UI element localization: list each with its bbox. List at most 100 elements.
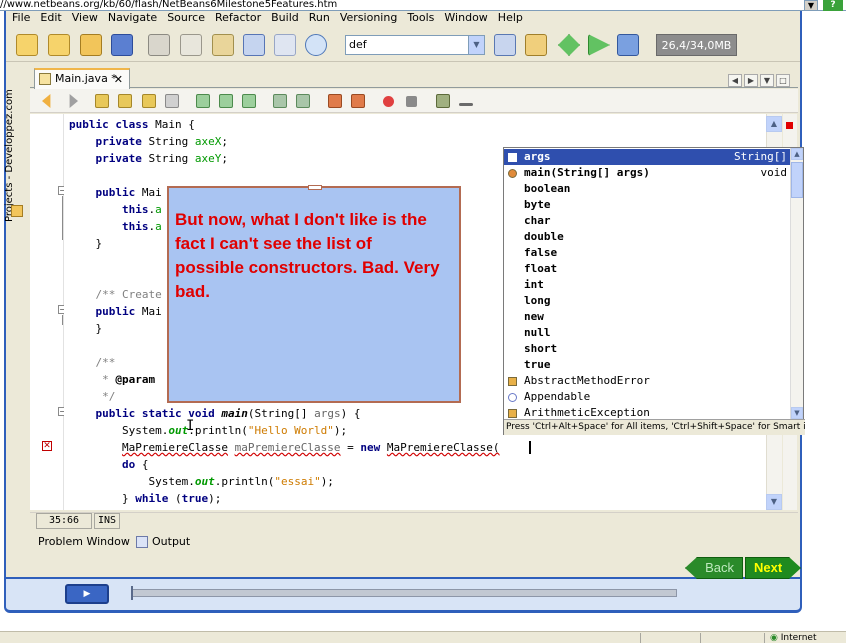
find-previous-icon[interactable]: [95, 94, 109, 108]
stop-macro-icon[interactable]: [351, 94, 365, 108]
method-icon: [508, 169, 517, 178]
menu-help[interactable]: Help: [498, 11, 523, 24]
completion-scrollbar[interactable]: ▲ ▼: [790, 148, 803, 419]
menu-refactor[interactable]: Refactor: [215, 11, 261, 24]
uncomment-icon[interactable]: [459, 103, 473, 106]
find-selection-icon[interactable]: [118, 94, 132, 108]
seek-handle[interactable]: [131, 586, 133, 600]
editor-tab-row: [30, 66, 798, 88]
menu-edit[interactable]: Edit: [40, 11, 61, 24]
help-icon[interactable]: ?: [823, 0, 843, 11]
maximize-icon[interactable]: □: [776, 74, 790, 87]
scroll-left-icon[interactable]: ◀: [728, 74, 742, 87]
find-next-icon[interactable]: [142, 94, 156, 108]
completion-item[interactable]: AbstractMethodError: [504, 373, 791, 389]
code-line: * @param: [69, 373, 156, 386]
menu-tools[interactable]: Tools: [407, 11, 434, 24]
completion-item[interactable]: true: [504, 357, 791, 373]
completion-item[interactable]: float: [504, 261, 791, 277]
completion-item[interactable]: boolean: [504, 181, 791, 197]
next-button[interactable]: Next: [745, 557, 801, 579]
shift-left-icon[interactable]: [273, 94, 287, 108]
code-line: do {: [121, 458, 149, 471]
completion-item[interactable]: byte: [504, 197, 791, 213]
menu-view[interactable]: View: [72, 11, 98, 24]
tab-main-java[interactable]: Main.java * ✕: [34, 68, 130, 89]
completion-item[interactable]: false: [504, 245, 791, 261]
chevron-down-icon[interactable]: ▼: [468, 36, 484, 54]
toggle-highlight-icon[interactable]: [165, 94, 179, 108]
next-bookmark-icon[interactable]: [219, 94, 233, 108]
menu-source[interactable]: Source: [167, 11, 205, 24]
paste-icon[interactable]: [212, 34, 234, 56]
find-icon[interactable]: [305, 34, 327, 56]
seek-bar[interactable]: [131, 589, 677, 597]
comment-icon[interactable]: [436, 94, 450, 108]
start-macro-icon[interactable]: [328, 94, 342, 108]
menu-file[interactable]: File: [12, 11, 30, 24]
projects-tab-label[interactable]: Projects - Developpez.com: [3, 72, 23, 222]
error-stripe-marker[interactable]: [786, 122, 793, 129]
class-icon: [508, 377, 517, 386]
scroll-up-icon[interactable]: ▲: [766, 116, 782, 132]
memory-indicator[interactable]: 26,4/34,0MB: [656, 34, 737, 56]
profile-icon[interactable]: [617, 34, 639, 56]
projects-icon[interactable]: [11, 205, 23, 217]
browser-address-bar[interactable]: //www.netbeans.org/kb/60/flash/NetBeans6…: [0, 0, 846, 11]
java-file-icon: [39, 73, 51, 85]
build-icon[interactable]: [494, 34, 516, 56]
menu-navigate[interactable]: Navigate: [108, 11, 157, 24]
status-separator: [640, 633, 641, 643]
completion-item[interactable]: Appendable: [504, 389, 791, 405]
tab-problem-window[interactable]: Problem Window: [38, 532, 130, 552]
completion-item[interactable]: null: [504, 325, 791, 341]
completion-item[interactable]: short: [504, 341, 791, 357]
completion-item[interactable]: args String[]: [504, 149, 791, 165]
error-icon[interactable]: ✕: [42, 441, 52, 451]
toggle-bookmark-icon[interactable]: [242, 94, 256, 108]
completion-item-name: true: [524, 358, 551, 371]
completion-item-name: main(String[] args): [524, 166, 650, 179]
menu-window[interactable]: Window: [444, 11, 487, 24]
undo-icon[interactable]: [243, 34, 265, 56]
new-file-icon[interactable]: [16, 34, 38, 56]
open-project-icon[interactable]: [80, 34, 102, 56]
completion-item[interactable]: double: [504, 229, 791, 245]
scroll-down-icon[interactable]: ▼: [766, 494, 782, 510]
completion-item[interactable]: char: [504, 213, 791, 229]
completion-item[interactable]: new: [504, 309, 791, 325]
save-all-icon[interactable]: [111, 34, 133, 56]
completion-item[interactable]: ArithmeticException: [504, 405, 791, 419]
clean-build-icon[interactable]: [525, 34, 547, 56]
play-button[interactable]: ▶: [65, 584, 109, 604]
menu-versioning[interactable]: Versioning: [340, 11, 397, 24]
redo-icon[interactable]: [274, 34, 296, 56]
code-line: System.out.println("essai");: [69, 475, 334, 488]
code-completion-popup[interactable]: args String[] main(String[] args) void boole…: [503, 147, 805, 435]
close-icon[interactable]: ✕: [114, 71, 123, 89]
shift-right-icon[interactable]: [296, 94, 310, 108]
completion-item[interactable]: long: [504, 293, 791, 309]
menu-run[interactable]: Run: [309, 11, 330, 24]
scroll-right-icon[interactable]: ▶: [744, 74, 758, 87]
tab-list-icon[interactable]: ▼: [760, 74, 774, 87]
menu-build[interactable]: Build: [271, 11, 299, 24]
new-project-icon[interactable]: [48, 34, 70, 56]
completion-item-name: args: [524, 150, 551, 163]
completion-item[interactable]: int: [504, 277, 791, 293]
back-button[interactable]: Back: [685, 557, 743, 579]
tab-navigation: ◀ ▶ ▼ □: [728, 68, 798, 87]
chevron-down-icon[interactable]: ▼: [804, 0, 818, 11]
scroll-thumb[interactable]: [791, 162, 803, 198]
configuration-combo[interactable]: def ▼: [345, 35, 485, 55]
completion-item[interactable]: main(String[] args) void: [504, 165, 791, 181]
cut-icon[interactable]: [148, 34, 170, 56]
previous-bookmark-icon[interactable]: [196, 94, 210, 108]
copy-icon[interactable]: [180, 34, 202, 56]
stop-icon[interactable]: [406, 96, 417, 107]
completion-list[interactable]: args String[] main(String[] args) void boole…: [504, 148, 791, 419]
scroll-up-icon[interactable]: ▲: [791, 148, 803, 160]
tab-output[interactable]: Output: [136, 532, 190, 552]
record-icon[interactable]: [383, 96, 394, 107]
scroll-down-icon[interactable]: ▼: [791, 407, 803, 419]
